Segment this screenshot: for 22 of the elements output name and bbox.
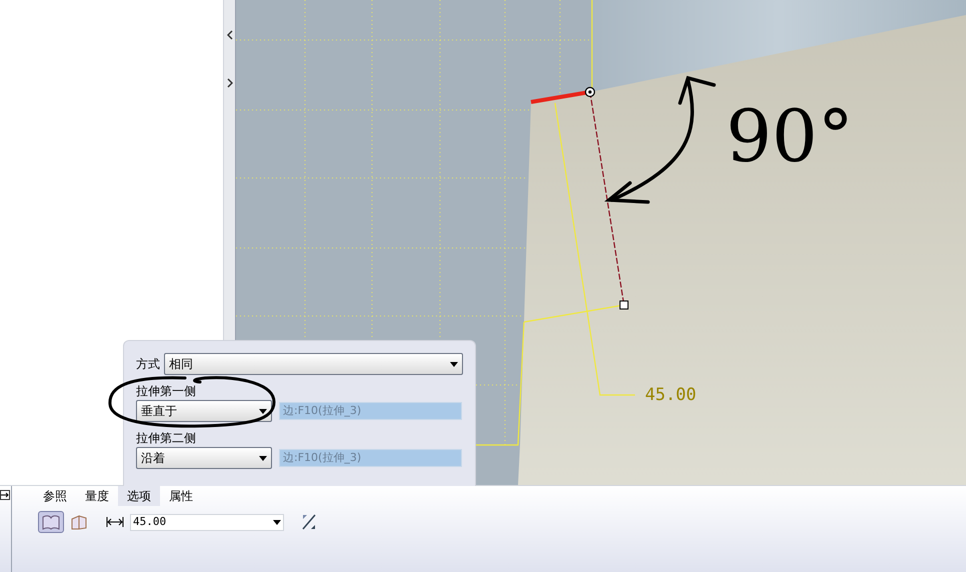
dropdown-icon <box>273 520 281 524</box>
arrow-into-box-icon[interactable] <box>0 490 10 500</box>
flip-direction-icon[interactable] <box>300 513 318 531</box>
dropdown-icon <box>259 456 267 460</box>
depth-dimension-icon <box>106 516 124 528</box>
tab[interactable]: 参照 <box>34 486 76 506</box>
tab[interactable]: 属性 <box>160 486 202 506</box>
tab[interactable]: 量度 <box>76 486 118 506</box>
method-dropdown[interactable]: 相同 <box>164 353 463 375</box>
side-dropdown[interactable]: 垂直于 <box>136 400 272 422</box>
tab[interactable]: 选项 <box>118 486 160 506</box>
expand-right-icon[interactable] <box>226 78 232 88</box>
side-label: 拉伸第二侧 <box>136 430 196 446</box>
side-label: 拉伸第一侧 <box>136 383 196 399</box>
dropdown-icon <box>450 362 458 366</box>
side-dropdown[interactable]: 沿着 <box>136 447 272 469</box>
method-label: 方式 <box>136 356 160 373</box>
dropdown-icon <box>259 408 267 414</box>
angle-annotation: 90° <box>726 100 854 172</box>
depth-combo-box[interactable]: 45.00 <box>130 514 284 530</box>
direction-button[interactable] <box>38 511 64 533</box>
collapse-left-icon[interactable] <box>226 30 232 40</box>
